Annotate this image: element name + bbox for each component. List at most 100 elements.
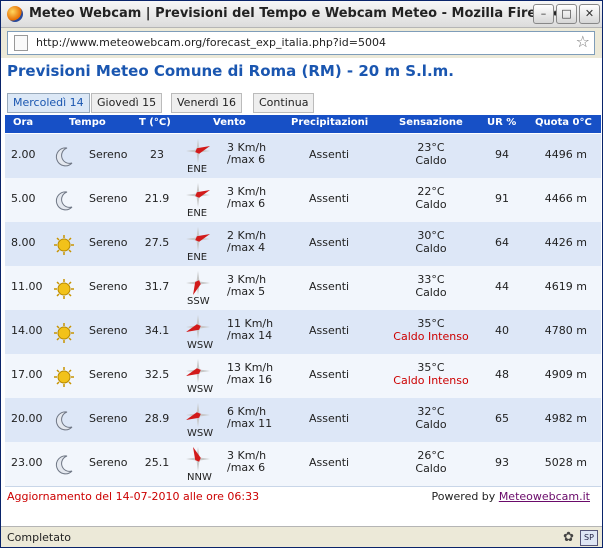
page-icon [14,35,28,51]
sun-icon [53,366,75,388]
window-title: Meteo Webcam | Previsioni del Tempo e We… [29,6,560,21]
sun-icon [53,234,75,256]
wind-max: /max 6 [227,197,266,210]
cell-ur: 91 [495,192,509,205]
table-row: 5.00 Sereno 21.9 ENE 3 Km/h/max 6 Assenti 22°C… [5,178,601,223]
cell-wind-dir: ENE [187,252,208,263]
cell-sensazione: 23°C Caldo [389,141,473,167]
addon-icon[interactable]: ✿ [563,530,574,545]
cell-wind: 6 Km/h/max 11 [227,406,272,430]
cell-ora: 11.00 [11,280,43,293]
cell-precip: Assenti [309,148,350,161]
cell-precip: Assenti [309,236,350,249]
wind-rose-icon [183,180,213,210]
powered-by-label: Powered by [431,490,496,503]
cell-sensazione: 22°C Caldo [389,185,473,211]
cell-ora: 2.00 [11,148,36,161]
cell-temp: 34.1 [144,324,170,337]
moon-icon [53,146,75,168]
wind-rose-icon [183,224,213,254]
cell-precip: Assenti [309,192,350,205]
sp-icon[interactable]: SP [580,530,598,546]
page-content: Previsioni Meteo Comune di Roma (RM) - 2… [1,58,602,526]
cell-wind-dir: ENE [187,208,208,219]
tab-mercoledi[interactable]: Mercoledì 14 [7,93,90,113]
cell-ur: 64 [495,236,509,249]
cell-precip: Assenti [309,324,350,337]
cell-temp: 28.9 [144,412,170,425]
cell-wind-dir: WSW [187,384,214,395]
cell-tempo: Sereno [89,148,128,161]
sens-desc: Caldo [415,198,447,211]
cell-quota: 4909 m [544,368,587,381]
header-temp: T (°C) [139,117,171,128]
header-quota: Quota 0°C [535,117,592,128]
cell-ora: 23.00 [11,456,43,469]
cell-temp: 31.7 [144,280,170,293]
wind-rose-icon [183,268,213,298]
sens-desc: Caldo Intenso [393,330,469,343]
wind-rose-icon [183,444,213,474]
wind-rose-icon [183,136,213,166]
sun-icon [53,322,75,344]
cell-sensazione: 35°C Caldo Intenso [389,317,473,343]
cell-ur: 48 [495,368,509,381]
maximize-button[interactable]: □ [556,4,577,24]
cell-ora: 17.00 [11,368,43,381]
wind-max: /max 14 [227,329,273,342]
cell-ur: 65 [495,412,509,425]
title-bar: Meteo Webcam | Previsioni del Tempo e We… [1,1,602,28]
cell-tempo: Sereno [89,412,128,425]
wind-max: /max 5 [227,285,266,298]
header-precipitazioni: Precipitazioni [291,117,369,128]
close-button[interactable]: ✕ [579,4,600,24]
wind-max: /max 6 [227,461,266,474]
bookmark-star-icon[interactable]: ☆ [576,32,590,51]
moon-icon [53,410,75,432]
wind-max: /max 6 [227,153,266,166]
cell-ora: 14.00 [11,324,43,337]
cell-quota: 4780 m [544,324,587,337]
powered-by: Powered by Meteowebcam.it [432,490,590,503]
cell-sensazione: 26°C Caldo [389,449,473,475]
table-row: 8.00 Sereno 27.5 ENE 2 Km/h/max 4 Assenti 30°C… [5,222,601,267]
cell-temp: 23 [150,148,164,161]
minimize-button[interactable]: – [533,4,554,24]
sens-desc: Caldo [415,242,447,255]
header-vento: Vento [213,117,246,128]
table-row: 20.00 Sereno 28.9 WSW 6 Km/h/max 11 Assenti 32… [5,398,601,443]
header-tempo: Tempo [69,117,106,128]
cell-wind-dir: WSW [187,340,214,351]
tab-giovedi[interactable]: Giovedì 15 [91,93,163,113]
cell-quota: 5028 m [544,456,587,469]
table-row: 17.00 Sereno 32.5 WSW 13 Km/h/max 16 Assenti 3… [5,354,601,399]
sens-desc: Caldo [415,462,447,475]
header-ur: UR % [487,117,517,128]
sens-temp: 32°C [417,405,445,418]
tab-continua[interactable]: Continua [253,93,315,113]
cell-sensazione: 30°C Caldo [389,229,473,255]
cell-quota: 4496 m [544,148,587,161]
tab-venerdi[interactable]: Venerdì 16 [171,93,243,113]
cell-tempo: Sereno [89,236,128,249]
cell-sensazione: 32°C Caldo [389,405,473,431]
cell-ur: 94 [495,148,509,161]
cell-wind: 13 Km/h/max 16 [227,362,273,386]
cell-tempo: Sereno [89,368,128,381]
sens-desc: Caldo [415,286,447,299]
sens-temp: 23°C [417,141,445,154]
cell-sensazione: 33°C Caldo [389,273,473,299]
cell-quota: 4982 m [544,412,587,425]
cell-quota: 4619 m [544,280,587,293]
page-title: Previsioni Meteo Comune di Roma (RM) - 2… [7,62,454,80]
sens-desc: Caldo [415,154,447,167]
firefox-icon [7,6,23,22]
cell-tempo: Sereno [89,280,128,293]
table-header: Ora Tempo T (°C) Vento Precipitazioni Se… [5,115,601,133]
meteowebcam-link[interactable]: Meteowebcam.it [499,490,590,503]
url-field[interactable]: http://www.meteowebcam.org/forecast_exp_… [7,31,595,55]
sens-temp: 35°C [417,317,445,330]
table-row: 11.00 Sereno 31.7 SSW 3 Km/h/max 5 Assenti 33°… [5,266,601,311]
cell-quota: 4466 m [544,192,587,205]
sens-temp: 26°C [417,449,445,462]
